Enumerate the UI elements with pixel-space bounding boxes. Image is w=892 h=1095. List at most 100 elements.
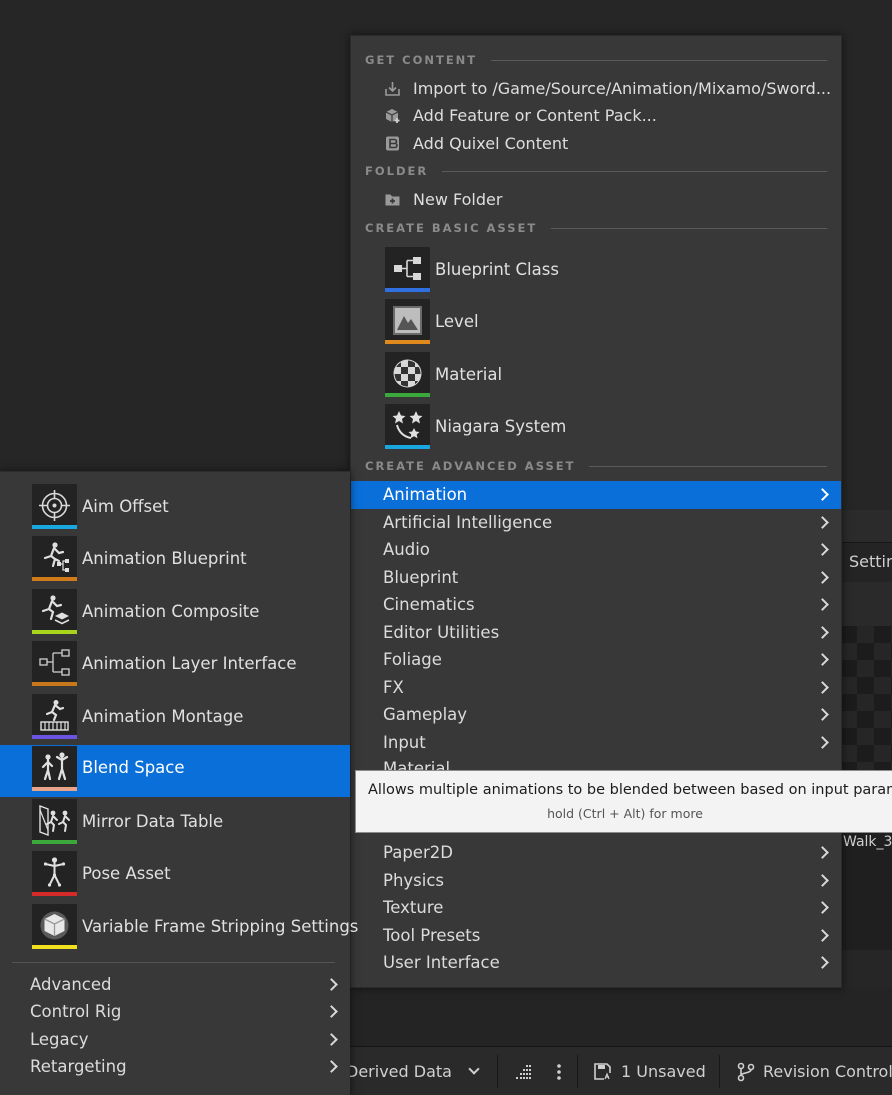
level-thumbnail [385,299,430,344]
revision-control-label: Revision Control [763,1062,892,1081]
more-options-button[interactable] [556,1047,562,1095]
animation-composite-label: Animation Composite [82,602,260,621]
category-blueprint[interactable]: Blueprint [351,564,841,592]
level-menu-item[interactable]: Level [351,299,841,351]
chevron-right-icon [325,1060,338,1073]
submenu-category-advanced[interactable]: Advanced [0,971,350,998]
category-artificial-intelligence[interactable]: Artificial Intelligence [351,509,841,537]
chevron-right-icon [816,598,829,611]
asset-color-bar [385,445,430,449]
unsaved-button[interactable]: 1 Unsaved [593,1047,706,1095]
chevron-right-icon [816,901,829,914]
category-animation[interactable]: Animation [351,481,841,509]
aim-offset-thumbnail [32,484,77,529]
category-material[interactable]: Material [383,760,450,770]
category-label: Texture [383,898,444,917]
submenu-category-retargeting[interactable]: Retargeting [0,1053,350,1080]
blueprint-class-menu-item[interactable]: Blueprint Class [351,247,841,299]
import-menu-item[interactable]: Import to /Game/Source/Animation/Mixamo/… [351,75,841,102]
section-header-folder: FOLDER [365,164,827,178]
aim-offset-menu-item[interactable]: Aim Offset [0,484,350,536]
section-header-create-advanced-asset: CREATE ADVANCED ASSET [365,459,827,473]
animation-composite-menu-item[interactable]: Animation Composite [0,589,350,641]
category-gameplay[interactable]: Gameplay [351,701,841,729]
category-label: Input [383,733,426,752]
animation-layer-interface-menu-item[interactable]: Animation Layer Interface [0,641,350,693]
submenu-category-control-rig[interactable]: Control Rig [0,998,350,1025]
niagara-system-menu-item[interactable]: Niagara System [351,404,841,456]
add-quixel-label: Add Quixel Content [413,134,569,153]
chevron-right-icon [816,543,829,556]
blueprint-class-icon [394,257,421,280]
material-menu-item[interactable]: Material [351,352,841,404]
pose-asset-label: Pose Asset [82,864,171,883]
variable-frame-stripping-menu-item[interactable]: Variable Frame Stripping Settings [0,904,358,956]
blend-space-menu-item[interactable]: Blend Space [0,745,350,797]
category-input[interactable]: Input [351,729,841,757]
category-fx[interactable]: FX [351,674,841,702]
tooltip-text: Allows multiple animations to be blended… [368,782,892,798]
variable-frame-stripping-icon [40,911,69,940]
category-label: FX [383,678,404,697]
chevron-right-icon [816,571,829,584]
background-settings-tab[interactable]: Settin [840,542,892,582]
derived-data-button[interactable]: Derived Data [346,1047,480,1095]
unsaved-label: 1 Unsaved [621,1062,706,1081]
category-paper2d[interactable]: Paper2D [351,839,841,867]
grid-stats-button[interactable] [514,1047,532,1095]
category-label: Audio [383,540,430,559]
asset-color-bar [32,682,77,686]
category-tool-presets[interactable]: Tool Presets [351,922,841,950]
new-folder-menu-item[interactable]: New Folder [351,186,841,213]
animation-montage-menu-item[interactable]: Animation Montage [0,694,350,746]
animation-blueprint-menu-item[interactable]: Animation Blueprint [0,536,350,588]
status-bar: Derived Data 1 Unsaved Revision Control [340,1046,892,1095]
pose-asset-menu-item[interactable]: Pose Asset [0,851,350,903]
animation-blueprint-icon [43,542,69,572]
add-quixel-menu-item[interactable]: Add Quixel Content [351,130,841,157]
chevron-right-icon [816,736,829,749]
asset-color-bar [32,892,77,896]
quixel-icon [386,136,399,151]
blend-space-label: Blend Space [82,758,185,777]
tooltip-hint: hold (Ctrl + Alt) for more [547,806,703,821]
category-physics[interactable]: Physics [351,867,841,895]
category-label: User Interface [383,953,500,972]
category-foliage[interactable]: Foliage [351,646,841,674]
blend-space-thumbnail [32,746,77,791]
settings-tab-label: Settin [849,552,892,571]
category-editor-utilities[interactable]: Editor Utilities [351,619,841,647]
category-label: Control Rig [30,1002,122,1021]
level-icon [393,306,422,335]
pose-asset-thumbnail [32,851,77,896]
category-audio[interactable]: Audio [351,536,841,564]
blend-space-icon [41,752,69,781]
revision-control-button[interactable]: Revision Control [737,1047,892,1095]
mirror-data-table-menu-item[interactable]: Mirror Data Table [0,799,350,851]
category-texture[interactable]: Texture [351,894,841,922]
divider [577,1055,578,1088]
animation-blueprint-label: Animation Blueprint [82,549,247,568]
category-user-interface[interactable]: User Interface [351,949,841,977]
divider [719,1055,720,1088]
background-asset-tile[interactable]: Walk_3 [840,830,892,950]
chevron-right-icon [816,681,829,694]
derived-data-label: Derived Data [346,1062,452,1081]
content-browser-context-menu: GET CONTENT Import to /Game/Source/Anima… [350,35,842,988]
grid-stats-icon [516,1064,531,1079]
chevron-right-icon [325,978,338,991]
chevron-right-icon [816,929,829,942]
category-cinematics[interactable]: Cinematics [351,591,841,619]
blend-space-tooltip: Allows multiple animations to be blended… [355,770,892,833]
animation-montage-thumbnail [32,694,77,739]
add-feature-pack-menu-item[interactable]: Add Feature or Content Pack... [351,102,841,129]
submenu-category-legacy[interactable]: Legacy [0,1026,350,1053]
animation-layer-interface-thumbnail [32,641,77,686]
asset-label: Walk_3 [843,834,892,850]
save-icon [594,1062,612,1081]
category-label: Physics [383,871,445,890]
asset-color-bar [385,340,430,344]
chevron-right-icon [816,956,829,969]
divider [497,1055,498,1088]
feature-pack-icon [385,109,400,123]
